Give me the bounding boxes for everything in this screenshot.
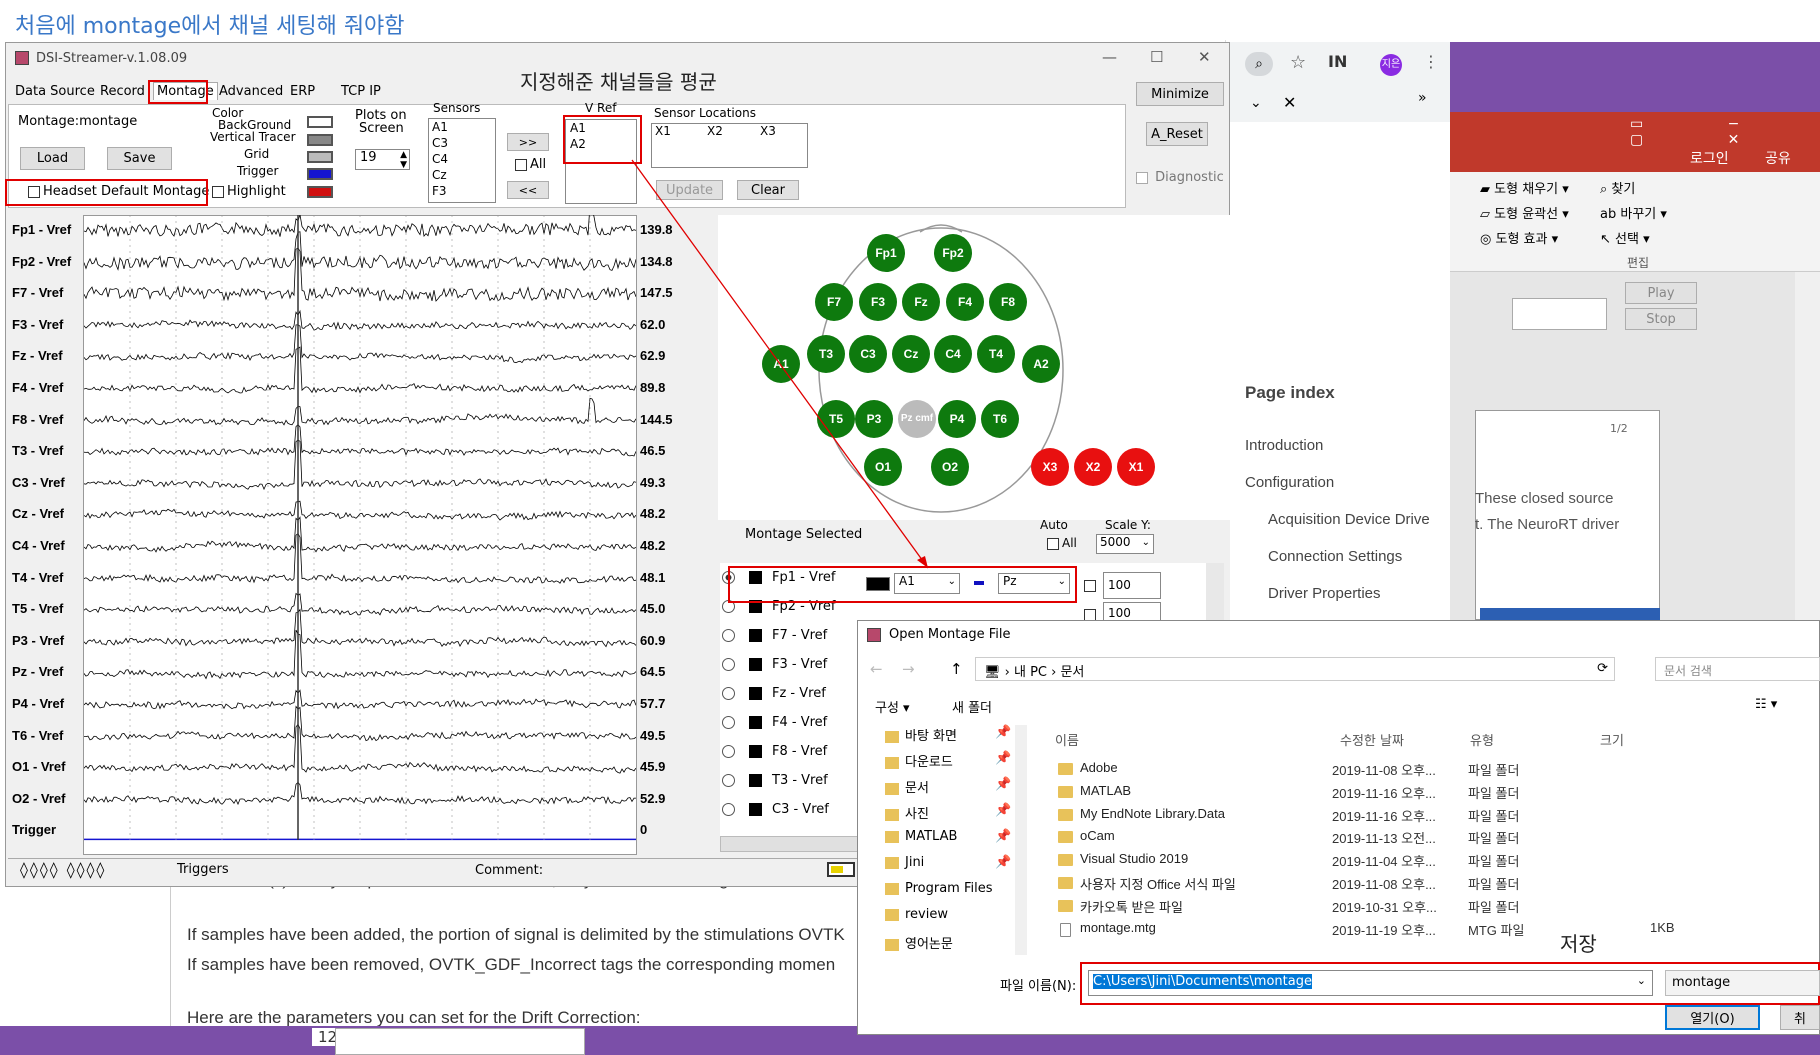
- annotation-arrow: [631, 159, 929, 569]
